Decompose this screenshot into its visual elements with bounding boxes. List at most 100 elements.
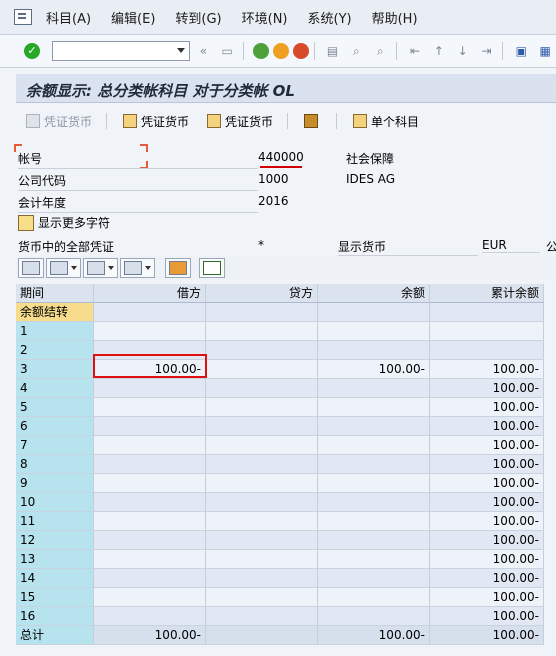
show-more-chars-button[interactable]: 显示更多字符 xyxy=(18,214,110,231)
debit-cell[interactable] xyxy=(94,417,206,435)
credit-cell[interactable] xyxy=(206,322,318,340)
balance-cell[interactable]: 100.00- xyxy=(318,360,430,378)
cumulative-balance-cell[interactable]: 100.00- xyxy=(430,455,544,473)
info-button[interactable] xyxy=(199,258,225,278)
chevron-down-icon[interactable] xyxy=(177,48,186,53)
balance-cell[interactable] xyxy=(318,436,430,454)
exit-icon[interactable] xyxy=(272,43,289,59)
period-cell[interactable]: 9 xyxy=(16,474,94,492)
table-row[interactable]: 余额结转 xyxy=(16,303,544,322)
debit-cell[interactable] xyxy=(94,379,206,397)
ledger-book-button[interactable] xyxy=(304,114,322,128)
balance-cell[interactable] xyxy=(318,550,430,568)
cumulative-balance-cell[interactable]: 100.00- xyxy=(430,417,544,435)
debit-cell[interactable] xyxy=(94,436,206,454)
first-page-icon[interactable]: ⇤ xyxy=(406,42,424,60)
credit-cell[interactable] xyxy=(206,360,318,378)
debit-cell[interactable] xyxy=(94,550,206,568)
debit-cell[interactable] xyxy=(94,474,206,492)
balance-cell[interactable] xyxy=(318,455,430,473)
header-debit[interactable]: 借方 xyxy=(94,284,206,302)
chart-button[interactable] xyxy=(165,258,191,278)
menu-item-environment[interactable]: 环境(N) xyxy=(242,8,288,27)
cumulative-balance-cell[interactable]: 100.00- xyxy=(430,626,544,644)
period-cell[interactable]: 2 xyxy=(16,341,94,359)
cumulative-balance-cell[interactable]: 100.00- xyxy=(430,588,544,606)
company-code-value[interactable]: 1000 xyxy=(258,172,289,186)
menu-list-icon[interactable] xyxy=(14,9,32,25)
menu-item-edit[interactable]: 编辑(E) xyxy=(111,8,155,27)
menu-item-account[interactable]: 科目(A) xyxy=(46,8,91,27)
balance-cell[interactable] xyxy=(318,398,430,416)
debit-cell[interactable] xyxy=(94,607,206,625)
table-row[interactable]: 11 100.00- xyxy=(16,512,544,531)
total-row[interactable]: 总计 100.00- 100.00- 100.00- xyxy=(16,626,544,645)
period-cell[interactable]: 10 xyxy=(16,493,94,511)
credit-cell[interactable] xyxy=(206,512,318,530)
cumulative-balance-cell[interactable]: 100.00- xyxy=(430,512,544,530)
print-button[interactable] xyxy=(18,258,44,278)
back-icon[interactable] xyxy=(253,43,269,59)
find-icon[interactable]: ⌕ xyxy=(347,42,365,60)
balance-cell[interactable] xyxy=(318,322,430,340)
balance-cell[interactable] xyxy=(318,512,430,530)
balance-cell[interactable] xyxy=(318,607,430,625)
debit-cell[interactable] xyxy=(94,455,206,473)
new-session-icon[interactable]: ▣ xyxy=(512,42,530,60)
debit-cell[interactable] xyxy=(94,341,206,359)
debit-cell[interactable] xyxy=(94,398,206,416)
cumulative-balance-cell[interactable]: 100.00- xyxy=(430,474,544,492)
table-row[interactable]: 1 xyxy=(16,322,544,341)
period-cell[interactable]: 16 xyxy=(16,607,94,625)
header-balance[interactable]: 余额 xyxy=(318,284,430,302)
table-row[interactable]: 3 100.00- 100.00- 100.00- xyxy=(16,360,544,379)
cumulative-balance-cell[interactable]: 100.00- xyxy=(430,550,544,568)
debit-cell[interactable]: 100.00- xyxy=(94,360,206,378)
table-row[interactable]: 7 100.00- xyxy=(16,436,544,455)
balance-cell[interactable] xyxy=(318,417,430,435)
credit-cell[interactable] xyxy=(206,455,318,473)
next-page-icon[interactable]: ↓ xyxy=(454,42,472,60)
credit-cell[interactable] xyxy=(206,569,318,587)
menu-item-help[interactable]: 帮助(H) xyxy=(372,8,418,27)
balance-cell[interactable] xyxy=(318,303,430,321)
period-cell[interactable]: 15 xyxy=(16,588,94,606)
balance-cell[interactable] xyxy=(318,341,430,359)
table-row[interactable]: 12 100.00- xyxy=(16,531,544,550)
cumulative-balance-cell[interactable] xyxy=(430,322,544,340)
table-row[interactable]: 6 100.00- xyxy=(16,417,544,436)
table-row[interactable]: 9 100.00- xyxy=(16,474,544,493)
table-row[interactable]: 4 100.00- xyxy=(16,379,544,398)
doc-currency-button-1[interactable]: 凭证货币 xyxy=(26,113,92,130)
cumulative-balance-cell[interactable]: 100.00- xyxy=(430,493,544,511)
debit-cell[interactable] xyxy=(94,322,206,340)
menu-item-system[interactable]: 系统(Y) xyxy=(308,8,352,27)
balance-cell[interactable]: 100.00- xyxy=(318,626,430,644)
cumulative-balance-cell[interactable]: 100.00- xyxy=(430,398,544,416)
debit-cell[interactable] xyxy=(94,512,206,530)
balance-cell[interactable] xyxy=(318,588,430,606)
previous-page-icon[interactable]: ↑ xyxy=(430,42,448,60)
balance-cell[interactable] xyxy=(318,474,430,492)
credit-cell[interactable] xyxy=(206,588,318,606)
credit-cell[interactable] xyxy=(206,379,318,397)
doc-currency-button-2[interactable]: 凭证货币 xyxy=(123,113,189,130)
table-row[interactable]: 15 100.00- xyxy=(16,588,544,607)
layout-button[interactable] xyxy=(120,258,155,278)
cumulative-balance-cell[interactable]: 100.00- xyxy=(430,531,544,549)
period-cell[interactable]: 12 xyxy=(16,531,94,549)
table-row[interactable]: 10 100.00- xyxy=(16,493,544,512)
cumulative-balance-cell[interactable]: 100.00- xyxy=(430,436,544,454)
single-account-button[interactable]: 单个科目 xyxy=(353,113,419,130)
table-row[interactable]: 8 100.00- xyxy=(16,455,544,474)
period-cell[interactable]: 3 xyxy=(16,360,94,378)
credit-cell[interactable] xyxy=(206,607,318,625)
cancel-icon[interactable] xyxy=(292,43,309,59)
balance-cell[interactable] xyxy=(318,531,430,549)
credit-cell[interactable] xyxy=(206,341,318,359)
period-cell[interactable]: 13 xyxy=(16,550,94,568)
period-cell[interactable]: 11 xyxy=(16,512,94,530)
cumulative-balance-cell[interactable]: 100.00- xyxy=(430,569,544,587)
enter-checkmark-icon[interactable]: ✓ xyxy=(24,43,40,59)
credit-cell[interactable] xyxy=(206,550,318,568)
